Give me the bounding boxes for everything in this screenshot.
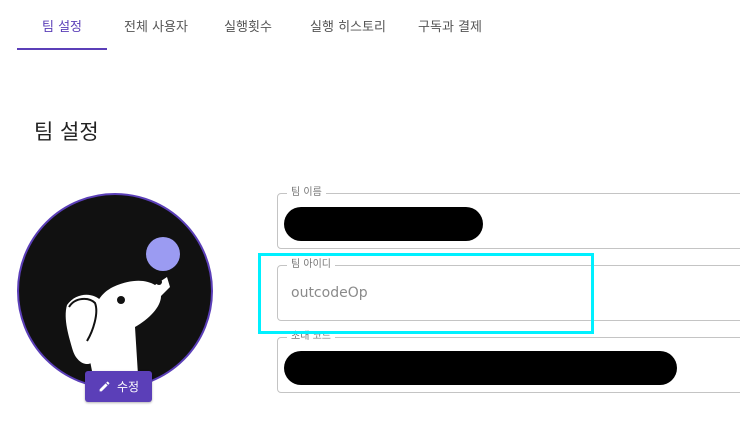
tab-all-users[interactable]: 전체 사용자: [113, 0, 199, 50]
edit-avatar-label: 수정: [116, 380, 140, 394]
team-name-redacted-value: [284, 207, 483, 241]
page-title: 팀 설정: [34, 120, 99, 144]
tab-bar: 팀 설정 전체 사용자 실행횟수 실행 히스토리 구독과 결제: [0, 0, 740, 52]
pencil-icon: [99, 381, 110, 392]
tab-subscription-billing[interactable]: 구독과 결제: [410, 0, 490, 50]
tab-run-history[interactable]: 실행 히스토리: [300, 0, 396, 50]
tab-team-settings[interactable]: 팀 설정: [17, 0, 107, 50]
team-settings-page: 팀 설정 전체 사용자 실행횟수 실행 히스토리 구독과 결제 팀 설정 수정 …: [0, 0, 740, 443]
active-tab-indicator: [17, 48, 107, 50]
invite-code-field[interactable]: 초대 코드: [277, 330, 740, 393]
tab-run-count[interactable]: 실행횟수: [212, 0, 284, 50]
team-avatar: [17, 193, 213, 389]
team-name-field[interactable]: 팀 이름: [277, 186, 740, 249]
dog-balancing-ball-icon: [65, 237, 180, 387]
highlight-box: [258, 253, 594, 334]
edit-avatar-button[interactable]: 수정: [85, 371, 152, 402]
team-name-label: 팀 이름: [287, 186, 326, 200]
invite-code-redacted-value: [284, 351, 677, 385]
